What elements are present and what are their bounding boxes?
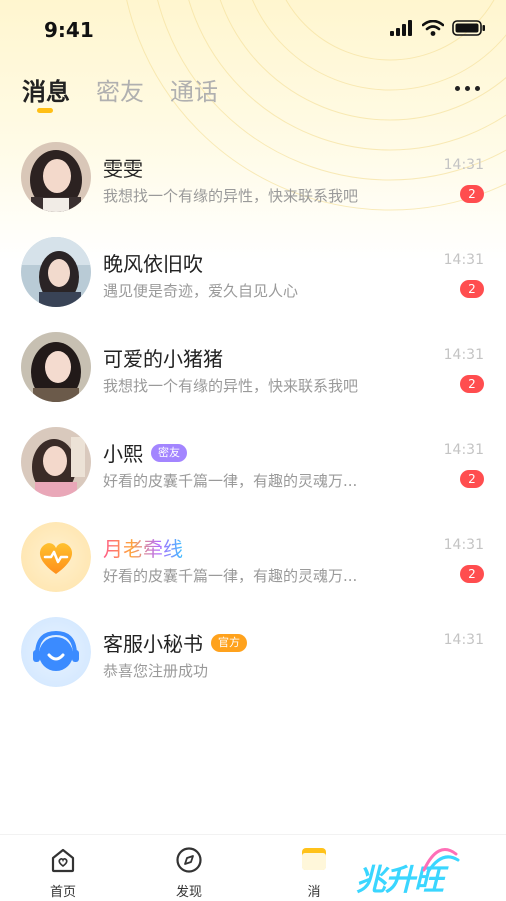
message-preview: 恭喜您注册成功 <box>103 662 209 680</box>
unread-badge: 2 <box>460 470 484 488</box>
tab-friends-label: 密友 <box>96 78 144 106</box>
conversation-item[interactable]: 可爱的小猪猪 我想找一个有缘的异性，快来联系我吧 14:31 2 <box>0 320 506 415</box>
more-dot-icon <box>465 86 470 91</box>
unread-badge: 2 <box>460 565 484 583</box>
tab-friends[interactable]: 密友 <box>96 72 144 107</box>
home-icon <box>51 848 75 873</box>
message-icon <box>302 848 326 870</box>
matchmaker-avatar[interactable] <box>21 522 91 592</box>
conversation-list: 雯雯 我想找一个有缘的异性，快来联系我吧 14:31 2 晚风依旧吹 遇见便是奇… <box>0 130 506 700</box>
wifi-icon <box>422 20 444 36</box>
name-line: 客服小秘书 官方 <box>103 628 247 657</box>
conversation-item[interactable]: 小熙 密友 好看的皮囊千篇一律，有趣的灵魂万... 14:31 2 <box>0 415 506 510</box>
signal-icon <box>390 20 412 36</box>
tab-calls-label: 通话 <box>170 78 218 106</box>
tab-calls[interactable]: 通话 <box>170 72 218 107</box>
customer-service-avatar[interactable] <box>21 617 91 687</box>
top-tabs: 消息 密友 通话 <box>22 72 218 113</box>
message-time: 14:31 <box>443 347 484 363</box>
name-line: 可爱的小猪猪 <box>103 343 223 372</box>
unread-badge: 2 <box>460 375 484 393</box>
message-time: 14:31 <box>443 442 484 458</box>
battery-icon <box>452 20 485 36</box>
unread-badge: 2 <box>460 185 484 203</box>
status-bar: 9:41 <box>0 0 506 60</box>
name-line: 晚风依旧吹 <box>103 248 203 277</box>
contact-name: 月老牵线 <box>103 533 183 562</box>
close-friend-tag: 密友 <box>151 443 187 462</box>
tabbar-messages[interactable]: 消 <box>284 845 344 900</box>
message-preview: 遇见便是奇迹，爱久自见人心 <box>103 282 299 300</box>
message-time: 14:31 <box>443 632 484 648</box>
avatar[interactable] <box>21 237 91 307</box>
unread-badge: 2 <box>460 280 484 298</box>
contact-name: 雯雯 <box>103 157 143 181</box>
message-time: 14:31 <box>443 252 484 268</box>
more-dot-icon <box>475 86 480 91</box>
message-time: 14:31 <box>443 537 484 553</box>
contact-name: 晚风依旧吹 <box>103 252 203 276</box>
message-preview: 好看的皮囊千篇一律，有趣的灵魂万... <box>103 472 358 490</box>
tabbar-messages-label: 消 <box>307 885 321 900</box>
tab-messages[interactable]: 消息 <box>22 72 70 113</box>
message-preview: 我想找一个有缘的异性，快来联系我吧 <box>103 187 359 205</box>
tabbar-discover[interactable]: 发现 <box>159 845 219 900</box>
message-time: 14:31 <box>443 157 484 173</box>
message-preview: 我想找一个有缘的异性，快来联系我吧 <box>103 377 359 395</box>
watermark-swoosh-icon <box>422 848 460 874</box>
conversation-item[interactable]: 月老牵线 好看的皮囊千篇一律，有趣的灵魂万... 14:31 2 <box>0 510 506 605</box>
name-line: 雯雯 <box>103 153 143 182</box>
tabbar-home-label: 首页 <box>49 885 76 900</box>
name-line: 月老牵线 <box>103 533 183 562</box>
conversation-item[interactable]: 晚风依旧吹 遇见便是奇迹，爱久自见人心 14:31 2 <box>0 225 506 320</box>
contact-name: 可爱的小猪猪 <box>103 347 223 371</box>
message-preview: 好看的皮囊千篇一律，有趣的灵魂万... <box>103 567 358 585</box>
conversation-item[interactable]: 客服小秘书 官方 恭喜您注册成功 14:31 <box>0 605 506 700</box>
avatar[interactable] <box>21 332 91 402</box>
name-line: 小熙 密友 <box>103 438 187 467</box>
tabbar-discover-label: 发现 <box>175 885 202 900</box>
tab-messages-label: 消息 <box>22 78 70 106</box>
avatar[interactable] <box>21 142 91 212</box>
tabbar-home[interactable]: 首页 <box>33 845 93 900</box>
contact-name: 客服小秘书 <box>103 632 203 656</box>
active-tab-indicator <box>37 108 53 113</box>
more-dot-icon <box>455 86 460 91</box>
conversation-item[interactable]: 雯雯 我想找一个有缘的异性，快来联系我吧 14:31 2 <box>0 130 506 225</box>
compass-icon <box>176 847 202 873</box>
avatar[interactable] <box>21 427 91 497</box>
official-tag: 官方 <box>211 633 247 652</box>
status-icons <box>390 20 486 36</box>
more-options-button[interactable] <box>455 86 480 91</box>
contact-name: 小熙 <box>103 442 143 466</box>
status-time: 9:41 <box>44 18 94 42</box>
